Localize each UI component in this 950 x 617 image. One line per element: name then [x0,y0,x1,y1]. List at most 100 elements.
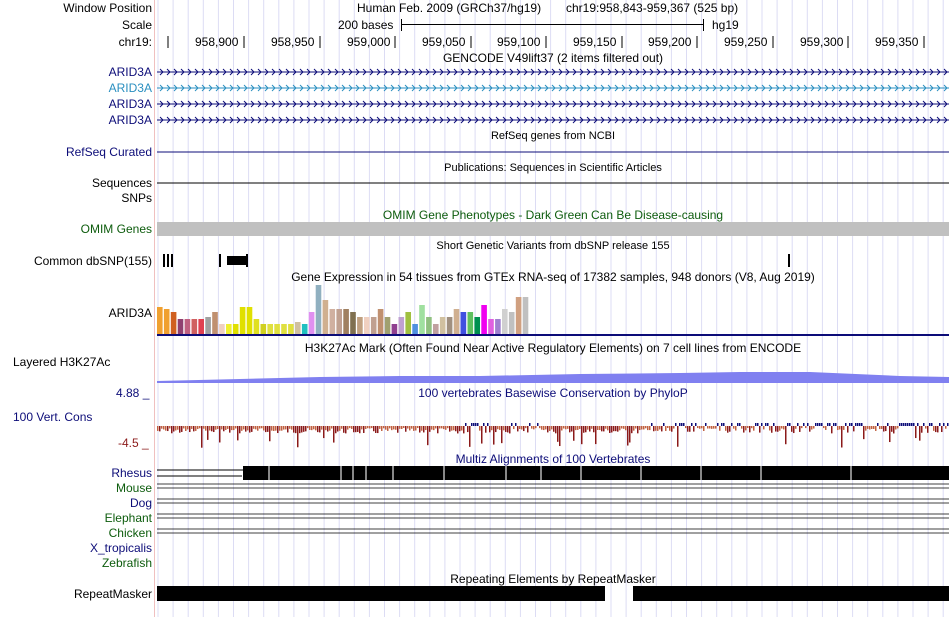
phylop-bar [355,426,357,433]
phylop-bar [197,426,199,430]
snp-mark [171,254,173,267]
phylop-bar [589,426,591,432]
gtex-tissue-bar [405,312,411,334]
phylop-bar [813,426,815,429]
gtex-tissue-bar [295,322,301,334]
phylop-bar [571,426,573,432]
phylop-bar [685,426,687,429]
phylop-bar [427,426,429,446]
phylop-bar [811,426,813,430]
phylop-bar [463,426,465,434]
phylop-bar [555,426,557,434]
phylop-bar [319,426,321,433]
phylop-bar [265,426,267,433]
phylop-bar [781,426,783,429]
phylop-bar [935,426,937,433]
phylop-bar [765,423,767,426]
phylop-bar [763,426,765,430]
gtex-tissue-bar [357,317,363,334]
phylop-bar [815,423,817,426]
snp-mark [219,254,221,267]
phylop-bar [783,426,785,430]
phylop-bar [423,426,425,433]
phylop-bar [897,426,899,429]
phylop-bar [169,426,171,429]
phylop-bar [271,426,273,431]
phylop-bar [469,426,471,447]
gtex-tissue-bar [177,319,184,334]
phylop-bar [651,423,653,426]
phylop-bar [603,426,605,432]
phylop-bar [893,426,895,434]
phylop-bar [457,426,459,434]
gtex-tissue-bar [253,319,260,334]
phylop-bar [307,426,309,429]
phylop-bar [867,426,869,429]
phylop-bar [865,426,867,431]
phylop-bar [267,426,269,432]
gtex-tissue-bar [336,309,342,334]
phylop-bar [905,423,907,426]
phylop-bar [505,426,507,432]
gtex-tissue-bar [157,307,163,334]
phylop-bar [715,426,717,429]
phylop-bar [641,426,643,430]
phylop-bar [635,426,637,429]
gtex-tissue-bar [467,312,474,334]
phylop-bar [755,423,757,426]
phylop-bar [663,423,665,426]
phylop-bar [425,426,427,431]
phylop-bar [477,423,479,426]
gtex-tissue-bar [384,317,391,334]
gtex-tissue-bar [260,324,267,334]
phylop-bar [545,426,547,430]
gtex-tissue-bar [488,319,494,334]
phylop-bar [857,423,859,426]
phylop-bar [199,426,201,429]
phylop-bar [181,426,183,432]
phylop-bar [509,426,511,434]
gtex-tissue-bar [274,324,280,334]
phylop-bar [671,426,673,432]
phylop-bar [693,426,695,432]
phylop-bar [633,426,635,431]
track-data-area[interactable] [0,0,950,617]
phylop-bar [581,426,583,445]
phylop-bar [351,426,353,429]
phylop-bar [291,426,293,430]
phylop-bar [483,423,485,426]
phylop-bar [731,423,733,426]
phylop-bar [219,426,221,443]
phylop-bar [903,423,905,426]
phylop-bar [249,426,251,433]
phylop-bar [853,426,855,432]
omim-feature [157,222,949,236]
phylop-bar [313,426,315,430]
repeat-element [633,586,949,601]
phylop-bar [301,426,303,433]
phylop-bar [863,426,865,440]
snp-mark [163,254,165,267]
phylop-bar [659,426,661,430]
phylop-bar [233,426,235,431]
gtex-tissue-bar [246,307,253,334]
phylop-bar [295,426,297,434]
phylop-bar [803,423,805,426]
phylop-bar [471,423,473,426]
phylop-bar [855,423,857,426]
gtex-tissue-bar [170,312,177,334]
phylop-bar [743,426,745,433]
phylop-bar [303,426,305,432]
phylop-bar [413,426,415,431]
multiz-gap [352,466,354,480]
phylop-bar [891,426,893,432]
phylop-bar [223,426,225,432]
phylop-bar [189,426,191,433]
gtex-tissue-bar [205,317,211,334]
phylop-bar [517,426,519,432]
phylop-bar [215,426,217,430]
snp-mark [167,254,169,267]
phylop-bar [419,426,421,433]
phylop-bar [831,426,833,434]
phylop-bar [645,426,647,429]
